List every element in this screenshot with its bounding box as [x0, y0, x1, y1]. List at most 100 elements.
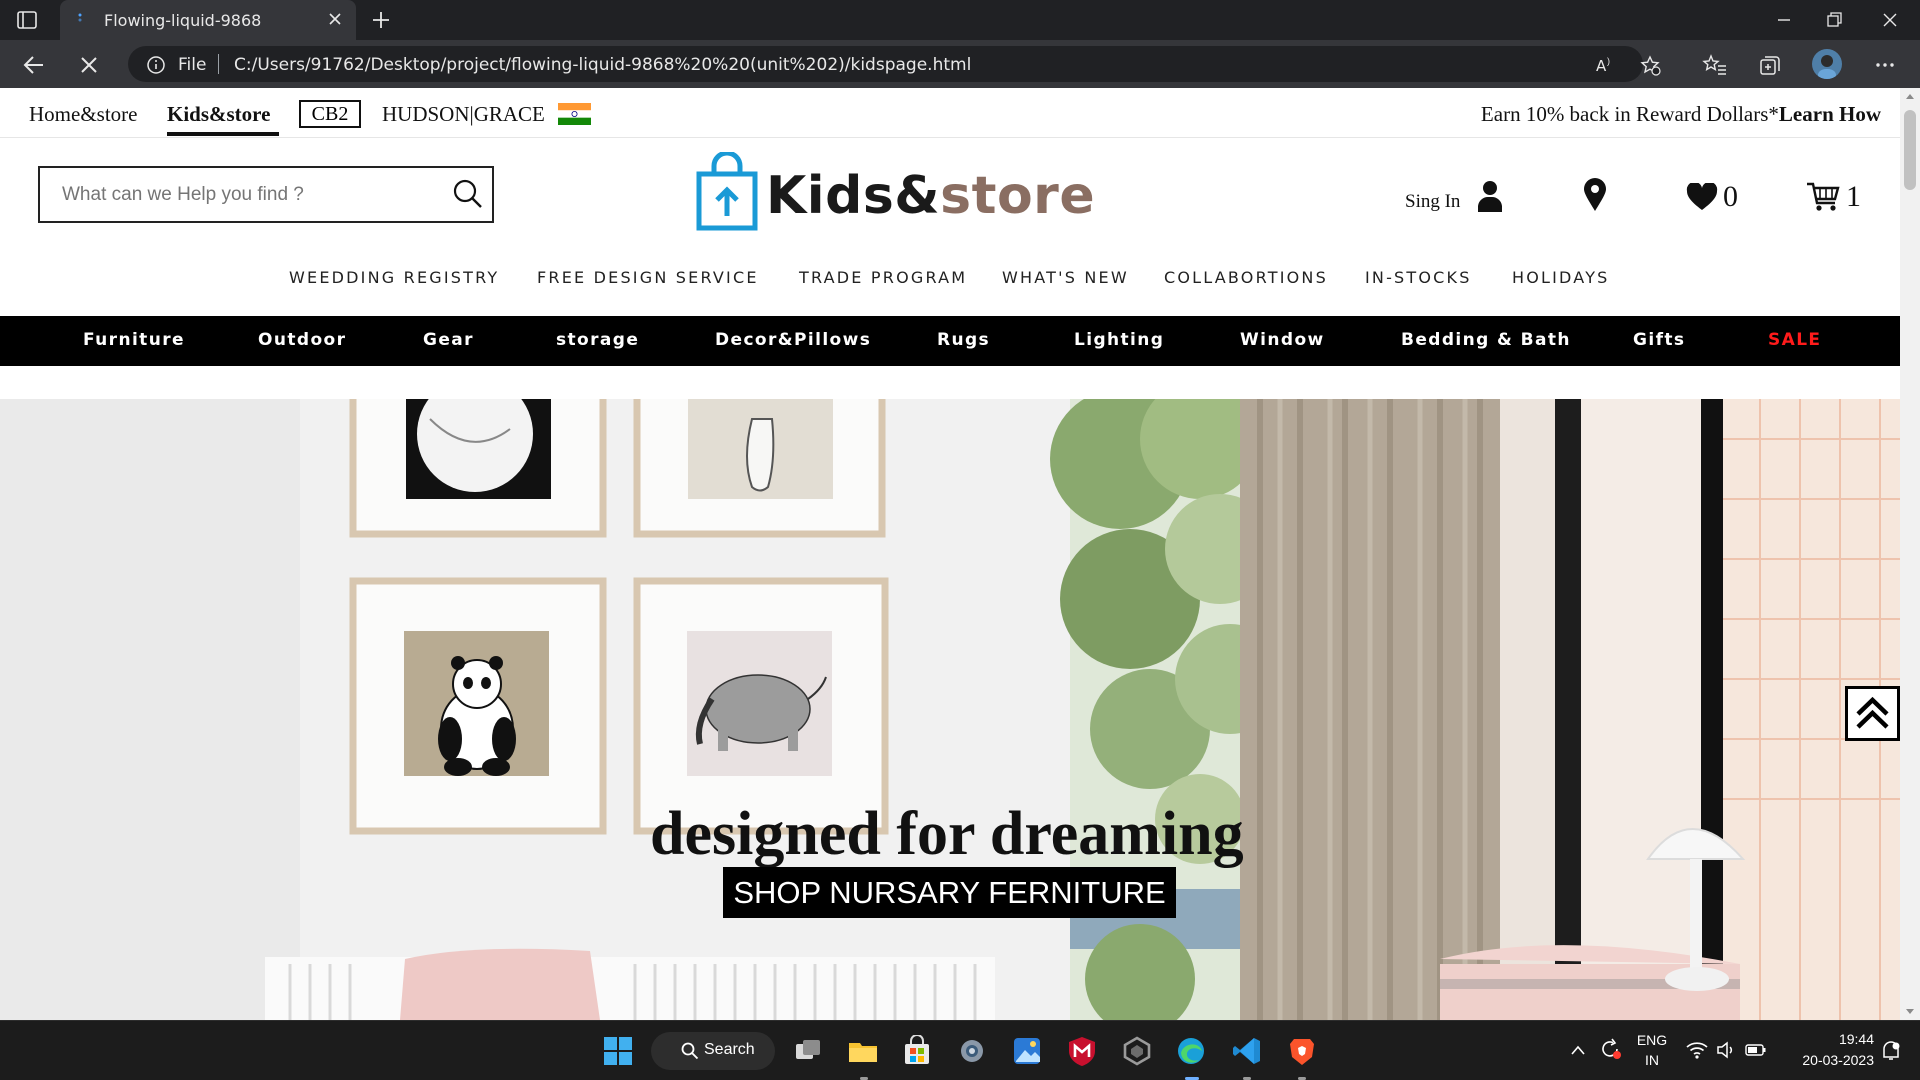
taskbar-search-button[interactable]: Search: [651, 1032, 775, 1070]
category-decor-pillows[interactable]: Decor&Pillows: [715, 330, 871, 350]
volume-icon[interactable]: [1716, 1040, 1736, 1060]
nav-free-design-service[interactable]: FREE DESIGN SERVICE: [537, 268, 759, 287]
clock-time[interactable]: 19:44: [1820, 1031, 1874, 1047]
close-tab-icon[interactable]: [326, 10, 344, 28]
sync-icon[interactable]: [1598, 1037, 1622, 1061]
wifi-icon[interactable]: [1686, 1041, 1708, 1059]
start-menu-icon[interactable]: [602, 1035, 634, 1067]
nav-in-stocks[interactable]: IN-STOCKS: [1365, 268, 1472, 287]
hero-title: designed for dreaming: [650, 800, 1244, 868]
search-icon[interactable]: [452, 178, 484, 210]
address-separator: [218, 54, 219, 74]
browser-tab-bar: Flowing-liquid-9868: [0, 0, 1920, 40]
tab-actions-icon[interactable]: [16, 9, 38, 31]
back-icon[interactable]: [21, 52, 47, 78]
clock-date[interactable]: 20-03-2023: [1784, 1052, 1874, 1068]
photos-icon[interactable]: [1011, 1035, 1043, 1067]
brand-link-cb2[interactable]: CB2: [299, 100, 361, 128]
notifications-icon[interactable]: [1880, 1040, 1902, 1062]
nav-trade-program[interactable]: TRADE PROGRAM: [799, 268, 967, 287]
new-tab-icon[interactable]: [370, 9, 392, 31]
address-bar[interactable]: File C:/Users/91762/Desktop/project/flow…: [128, 46, 1661, 82]
battery-icon[interactable]: [1745, 1042, 1767, 1058]
cart-count: 1: [1846, 180, 1861, 213]
close-window-icon[interactable]: [1878, 9, 1902, 31]
category-rugs[interactable]: Rugs: [937, 330, 990, 350]
profile-avatar[interactable]: [1812, 49, 1842, 79]
search-input[interactable]: What can we Help you find ?: [62, 184, 304, 206]
wishlist-icon[interactable]: [1686, 183, 1718, 211]
app-cube-icon[interactable]: [1121, 1035, 1153, 1067]
url-text[interactable]: C:/Users/91762/Desktop/project/flowing-l…: [234, 55, 971, 75]
category-bedding-bath[interactable]: Bedding & Bath: [1401, 330, 1571, 350]
category-window[interactable]: Window: [1240, 330, 1325, 350]
brand-link-kids-store[interactable]: Kids&store: [167, 102, 270, 127]
read-aloud-icon[interactable]: A): [1594, 54, 1616, 76]
cart-icon[interactable]: [1806, 181, 1840, 213]
mcafee-icon[interactable]: [1066, 1035, 1098, 1067]
more-options-icon[interactable]: [1872, 52, 1898, 78]
user-icon[interactable]: [1476, 180, 1504, 212]
logo-wordmark-part1: Kids&: [766, 166, 941, 226]
double-chevron-up-icon: [1856, 696, 1889, 729]
site-logo[interactable]: Kids&store: [696, 152, 1095, 234]
brave-browser-icon[interactable]: [1286, 1035, 1318, 1067]
collections-icon[interactable]: [1757, 52, 1783, 78]
shop-nursery-button[interactable]: SHOP NURSARY FERNITURE: [723, 867, 1176, 918]
taskbar-search-label: Search: [704, 1041, 755, 1058]
info-icon[interactable]: [146, 55, 166, 75]
wishlist-count: 0: [1723, 180, 1738, 213]
secondary-nav: WEEDDING REGISTRY FREE DESIGN SERVICE TR…: [0, 268, 1900, 298]
vscode-icon[interactable]: [1231, 1035, 1263, 1067]
stop-loading-icon[interactable]: [76, 52, 102, 78]
category-sale[interactable]: SALE: [1768, 330, 1821, 350]
reward-promo: Earn 10% back in Reward Dollars*Learn Ho…: [1481, 102, 1881, 127]
category-gear[interactable]: Gear: [423, 330, 474, 350]
add-favorite-icon[interactable]: [1639, 54, 1661, 76]
page-scrollbar[interactable]: [1900, 88, 1920, 1020]
language-top[interactable]: ENG: [1634, 1032, 1670, 1048]
file-explorer-icon[interactable]: [847, 1035, 879, 1067]
category-outdoor[interactable]: Outdoor: [258, 330, 346, 350]
task-view-icon[interactable]: [792, 1035, 824, 1067]
minimize-icon[interactable]: [1772, 9, 1796, 31]
loading-icon: [78, 13, 82, 22]
settings-gear-icon[interactable]: [956, 1035, 988, 1067]
logo-wordmark: Kids&store: [766, 166, 1095, 226]
nav-collaborations[interactable]: COLLABORTIONS: [1164, 268, 1328, 287]
category-lighting[interactable]: Lighting: [1074, 330, 1164, 350]
brand-link-hudson-grace[interactable]: HUDSON|GRACE: [382, 102, 545, 127]
microsoft-store-icon[interactable]: [901, 1035, 933, 1067]
search-box[interactable]: What can we Help you find ?: [38, 166, 494, 223]
favorites-icon[interactable]: [1702, 52, 1728, 78]
sign-in-link[interactable]: Sing In: [1405, 191, 1460, 213]
scroll-up-icon[interactable]: [1905, 92, 1915, 100]
edge-browser-icon[interactable]: [1175, 1035, 1207, 1067]
scroll-down-icon[interactable]: [1905, 1008, 1915, 1016]
svg-text:A: A: [1596, 57, 1607, 75]
reward-text: Earn 10% back in Reward Dollars*: [1480, 102, 1779, 126]
learn-how-link[interactable]: Learn How: [1779, 102, 1881, 126]
back-to-top-button[interactable]: [1845, 686, 1900, 741]
nav-holidays[interactable]: HOLIDAYS: [1512, 268, 1610, 287]
brand-link-home-store[interactable]: Home&store: [29, 102, 137, 127]
india-flag-icon[interactable]: [558, 103, 591, 125]
category-storage[interactable]: storage: [556, 330, 639, 350]
category-furniture[interactable]: Furniture: [83, 330, 185, 350]
nav-whats-new[interactable]: WHAT'S NEW: [1002, 268, 1129, 287]
restore-icon[interactable]: [1822, 9, 1846, 31]
browser-tab[interactable]: Flowing-liquid-9868: [60, 0, 356, 40]
category-gifts[interactable]: Gifts: [1633, 330, 1685, 350]
profile-icon: [1818, 55, 1836, 79]
scheme-label: File: [178, 55, 207, 75]
browser-toolbar: File C:/Users/91762/Desktop/project/flow…: [0, 40, 1920, 88]
scrollbar-thumb[interactable]: [1904, 110, 1916, 190]
nav-wedding-registry[interactable]: WEEDDING REGISTRY: [289, 268, 499, 287]
category-bar: Furniture Outdoor Gear storage Decor&Pil…: [0, 316, 1900, 366]
hero-banner[interactable]: designed for dreaming SHOP NURSARY FERNI…: [0, 399, 1900, 1020]
web-page: Home&store Kids&store CB2 HUDSON|GRACE E…: [0, 88, 1900, 1020]
store-locator-icon[interactable]: [1583, 178, 1607, 212]
language-bottom[interactable]: IN: [1634, 1052, 1670, 1068]
brand-strip: Home&store Kids&store CB2 HUDSON|GRACE E…: [0, 88, 1900, 138]
show-hidden-icons-chevron-icon[interactable]: [1570, 1043, 1586, 1057]
